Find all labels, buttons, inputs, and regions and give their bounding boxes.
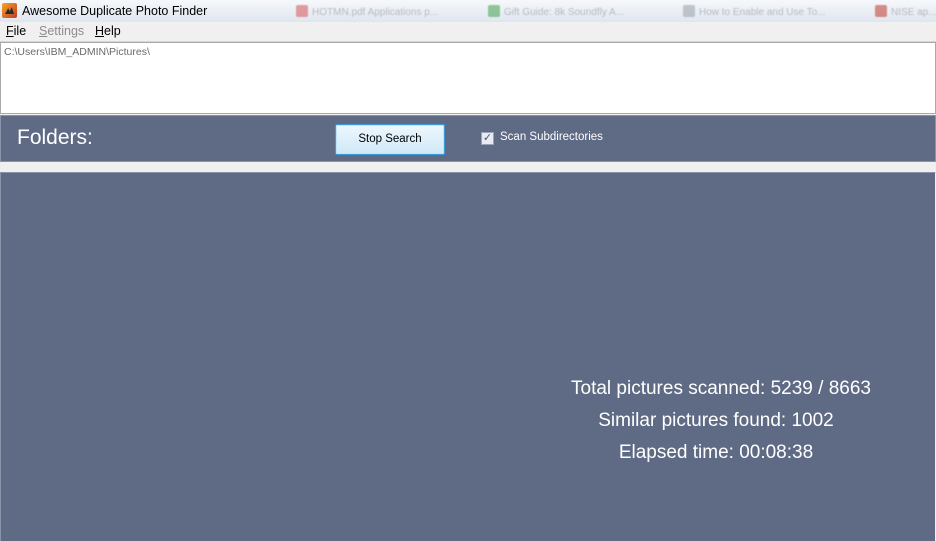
similar-found-text: Similar pictures found: 1002 [598,410,834,431]
menu-help[interactable]: Help [95,24,121,38]
total-scanned-text: Total pictures scanned: 5239 / 8663 [571,378,871,399]
sheet-icon [488,5,500,17]
background-tab-label: How to Enable and Use To... [699,7,826,18]
folder-list[interactable]: C:\Users\IBM_ADMIN\Pictures\ [0,42,936,114]
background-tab-label: HOTMN.pdf Applications p... [312,7,439,18]
scan-subdirectories-label[interactable]: Scan Subdirectories [500,131,603,143]
background-tab-1[interactable]: HOTMN.pdf Applications p... [296,5,476,19]
title-bar: Awesome Duplicate Photo Finder HOTMN.pdf… [0,0,936,23]
background-tab-4[interactable]: NISE ap... [875,5,936,19]
folders-heading: Folders: [17,126,93,149]
stop-search-button[interactable]: Stop Search [335,124,445,155]
pdf-icon [296,5,308,17]
results-panel: Total pictures scanned: 5239 / 8663 Simi… [0,172,935,541]
window-title: Awesome Duplicate Photo Finder [22,4,208,18]
menu-bar: File Settings Help [0,22,936,42]
folders-toolbar: Folders: Stop Search ✓ Scan Subdirectori… [0,115,936,162]
background-tab-label: NISE ap... [891,7,936,18]
menu-settings[interactable]: Settings [39,24,84,38]
background-tab-2[interactable]: Gift Guide: 8k Soundfly A... [488,5,668,19]
scan-subdirectories-checkbox[interactable]: ✓ [481,132,494,145]
menu-file[interactable]: File [6,24,26,38]
scan-status: Total pictures scanned: 5239 / 8663 Simi… [571,376,871,472]
background-tab-label: Gift Guide: 8k Soundfly A... [504,7,625,18]
folder-path[interactable]: C:\Users\IBM_ADMIN\Pictures\ [4,46,150,58]
elapsed-time-text: Elapsed time: 00:08:38 [618,442,814,463]
background-tab-3[interactable]: How to Enable and Use To... [683,5,863,19]
page-icon [683,5,695,17]
app-logo-icon [2,3,17,18]
app-tab-icon [875,5,887,17]
